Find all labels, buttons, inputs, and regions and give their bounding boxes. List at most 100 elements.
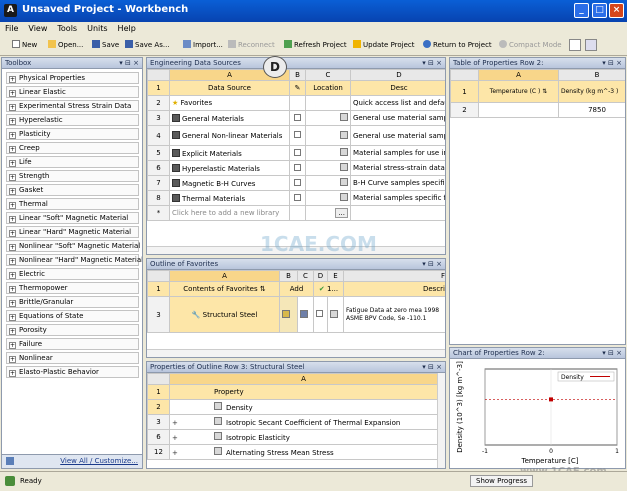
horizontal-scrollbar[interactable]	[147, 349, 445, 357]
expand-icon[interactable]: +	[9, 118, 16, 125]
toolbox-item[interactable]: + Linear "Soft" Magnetic Material	[6, 212, 139, 224]
property-cell[interactable]: + Isotropic Elasticity	[169, 429, 438, 445]
toolbox-item[interactable]: + Plasticity	[6, 128, 139, 140]
browse-button[interactable]: ...	[335, 208, 348, 218]
expand-icon[interactable]: +	[9, 286, 16, 293]
data-source-cell[interactable]: ★ Favorites	[169, 95, 290, 111]
table-row[interactable]: 6 + Isotropic Elasticity	[147, 429, 438, 445]
col-header-a[interactable]: A	[478, 69, 559, 81]
toolbox-item[interactable]: + Linear "Hard" Magnetic Material	[6, 226, 139, 238]
open-button[interactable]: Open...	[48, 40, 83, 49]
location-cell[interactable]	[305, 190, 351, 206]
col-header-a[interactable]: A	[169, 373, 438, 385]
toolbox-item[interactable]: + Hyperelastic	[6, 114, 139, 126]
toolbox-item[interactable]: + Strength	[6, 170, 139, 182]
data-source-cell[interactable]: General Materials	[169, 110, 290, 126]
link-icon[interactable]	[340, 148, 348, 156]
col-header-a[interactable]: A	[169, 270, 280, 282]
menu-tools[interactable]: Tools	[52, 22, 82, 35]
col-header-b[interactable]: B	[279, 270, 298, 282]
toolbox-item[interactable]: + Nonlinear	[6, 352, 139, 364]
menu-help[interactable]: Help	[113, 22, 141, 35]
col-header-d[interactable]: D	[313, 270, 328, 282]
col-header-c[interactable]: C	[305, 69, 351, 81]
menu-view[interactable]: View	[23, 22, 52, 35]
reconnect-button[interactable]: Reconnect	[228, 40, 275, 49]
toolbox-item[interactable]: + Brittle/Granular	[6, 296, 139, 308]
table-row[interactable]: 3 General Materials General use material s…	[147, 110, 445, 126]
checkbox[interactable]	[294, 193, 301, 201]
data-source-cell[interactable]: Explicit Materials	[169, 145, 290, 161]
checkbox[interactable]	[294, 163, 301, 171]
cell-e[interactable]	[327, 296, 344, 333]
checkbox[interactable]	[294, 131, 301, 138]
filter-icon[interactable]	[569, 39, 581, 51]
grid-view-icon[interactable]	[585, 39, 597, 51]
link-icon[interactable]	[340, 178, 348, 186]
expand-icon[interactable]: +	[9, 300, 16, 307]
expand-icon[interactable]: +	[9, 160, 16, 167]
col-header-b[interactable]: B	[558, 69, 625, 81]
pane-controls-icon[interactable]: ▾ ⊟ ×	[422, 59, 442, 67]
pane-controls-icon[interactable]: ▾ ⊟ ×	[602, 59, 622, 67]
toolbox-item[interactable]: + Gasket	[6, 184, 139, 196]
table-row[interactable]: 2 ★ Favorites Quick access list and defaul…	[147, 95, 445, 111]
expand-icon[interactable]: +	[9, 342, 16, 349]
table-row[interactable]: 5 Explicit Materials Material samples for …	[147, 145, 445, 161]
checkbox[interactable]	[316, 310, 323, 317]
pane-controls-icon[interactable]: ▾ ⊟ ×	[422, 260, 442, 268]
structural-steel-cell[interactable]: 🔧 Structural Steel	[169, 296, 280, 333]
pin-icon[interactable]: ▾ ⊟ ×	[119, 59, 139, 67]
view-all-customize-link[interactable]: View All / Customize...	[60, 457, 138, 465]
data-source-cell[interactable]: Magnetic B-H Curves	[169, 175, 290, 191]
cell-c[interactable]	[297, 296, 314, 333]
toolbox-item[interactable]: + Nonlinear "Hard" Magnetic Material	[6, 254, 142, 266]
property-cell[interactable]: + Isotropic Secant Coefficient of Thermal…	[169, 414, 438, 430]
checkbox-cell[interactable]	[289, 175, 306, 191]
data-source-cell[interactable]: General Non-linear Materials	[169, 125, 290, 146]
expand-icon[interactable]: +	[9, 244, 16, 251]
checkbox-cell[interactable]	[289, 125, 306, 146]
toolbox-item[interactable]: + Thermal	[6, 198, 139, 210]
toolbox-item[interactable]: + Life	[6, 156, 139, 168]
cell-d[interactable]	[313, 296, 328, 333]
toolbox-item[interactable]: + Failure	[6, 338, 139, 350]
toolbox-item[interactable]: + Nonlinear "Soft" Magnetic Material	[6, 240, 140, 252]
vertical-scrollbar[interactable]	[437, 373, 445, 468]
expand-icon[interactable]: +	[9, 356, 16, 363]
toolbox-item[interactable]: + Physical Properties	[6, 72, 139, 84]
checkbox-cell[interactable]	[289, 95, 306, 111]
density-cell[interactable]: 7850	[558, 102, 625, 118]
col-header-d[interactable]: D	[350, 69, 445, 81]
checkbox-cell[interactable]	[289, 190, 306, 206]
checkbox[interactable]	[294, 178, 301, 186]
expand-icon[interactable]: +	[9, 328, 16, 335]
import-button[interactable]: Import...	[183, 40, 223, 49]
expand-icon[interactable]: +	[9, 132, 16, 139]
data-source-cell[interactable]: Thermal Materials	[169, 190, 290, 206]
return-to-project-button[interactable]: Return to Project	[423, 40, 492, 49]
table-row[interactable]: 3 + Isotropic Secant Coefficient of Therma…	[147, 414, 438, 430]
location-cell[interactable]	[305, 95, 351, 111]
toolbox-item[interactable]: + Elasto-Plastic Behavior	[6, 366, 139, 378]
toolbox-item[interactable]: + Linear Elastic	[6, 86, 139, 98]
col-header-f[interactable]: F	[343, 270, 445, 282]
col-header-b[interactable]: B	[289, 69, 306, 81]
checkbox-cell[interactable]	[289, 110, 306, 126]
data-source-cell[interactable]: Hyperelastic Materials	[169, 160, 290, 176]
expand-icon[interactable]: +	[9, 188, 16, 195]
toolbox-item[interactable]: + Creep	[6, 142, 139, 154]
table-row[interactable]: 8 Thermal Materials Material samples speci…	[147, 190, 445, 206]
minimize-button[interactable]: _	[574, 3, 589, 18]
link-icon[interactable]	[340, 113, 348, 121]
toolbox-item[interactable]: + Experimental Stress Strain Data	[6, 100, 139, 112]
toolbox-item[interactable]: + Equations of State	[6, 310, 139, 322]
add-library-cell[interactable]: Click here to add a new library	[169, 205, 290, 221]
checkbox[interactable]	[294, 113, 301, 121]
table-row[interactable]: 2 Density	[147, 399, 438, 415]
expand-icon[interactable]: +	[9, 258, 16, 265]
location-cell[interactable]	[305, 160, 351, 176]
expand-icon[interactable]: +	[9, 216, 16, 223]
compact-mode-button[interactable]: Compact Mode	[499, 40, 562, 49]
property-cell[interactable]: Density	[169, 399, 438, 415]
